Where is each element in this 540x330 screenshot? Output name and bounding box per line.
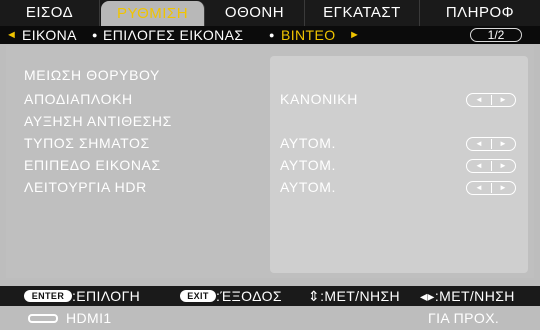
menu-row-video-level[interactable]: ΕΠΙΠΕΔΟ ΕΙΚΟΝΑΣ [24,156,161,175]
signal-type-value: ΑΥΤΟΜ. [280,135,336,151]
video-level-value: ΑΥΤΟΜ. [280,157,336,173]
step-left-icon[interactable]: ◄ [467,138,491,150]
menu-row-deinterlace[interactable]: ΑΠΟΔΙΑΠΛΟΚΗ [24,90,133,109]
scroll-right-icon[interactable]: ► [349,26,360,44]
updown-help-text: ⇕:ΜΕΤ/ΝΗΣΗ [308,288,401,304]
bullet-icon: ● [92,30,98,40]
projector-osd: ΕΙΣΟΔ ΡΥΘΜΙΣΗ ΟΘΟΝΗ ΕΓΚΑΤΑΣΤ ΠΛΗΡΟΦ ◄ ΕΙ… [0,0,540,330]
tab-setup[interactable]: ΕΓΚΑΤΑΣΤ [305,0,420,26]
step-right-icon[interactable]: ► [491,182,515,194]
enter-key-badge: ENTER [24,290,72,302]
deinterlace-value: ΚΑΝΟΝΙΚΗ [280,91,358,107]
step-right-icon[interactable]: ► [491,160,515,172]
submenu-item-video[interactable]: ΒΙΝΤΕΟ [281,26,336,44]
scroll-left-icon[interactable]: ◄ [6,26,17,44]
menu-row-contrast-enhancement[interactable]: ΑΥΞΗΣΗ ΑΝΤΙΘΕΣΗΣ [24,112,172,131]
exit-help-text: :ΈΞΟΔΟΣ [216,288,282,304]
tab-info[interactable]: ΠΛΗΡΟΦ [420,0,540,26]
step-left-icon[interactable]: ◄ [467,182,491,194]
page-indicator: 1/2 [470,28,522,42]
step-right-icon[interactable]: ► [491,138,515,150]
help-bar: ENTER :ΕΠΙΛΟΓΗ EXIT :ΈΞΟΔΟΣ ⇕:ΜΕΤ/ΝΗΣΗ ◂… [0,286,540,306]
submenu-item-picture[interactable]: ΕΙΚΟΝΑ [22,26,77,44]
exit-key-badge: EXIT [180,290,216,302]
menu-row-signal-type[interactable]: ΤΥΠΟΣ ΣΗΜΑΤΟΣ [24,134,150,153]
hdr-mode-stepper[interactable]: ◄ ► [466,181,516,195]
step-right-icon[interactable]: ► [491,94,515,106]
deinterlace-stepper[interactable]: ◄ ► [466,93,516,107]
submenu-bar: ◄ ΕΙΚΟΝΑ ● ΕΠΙΛΟΓΕΣ ΕΙΚΟΝΑΣ ● ΒΙΝΤΕΟ ► 1… [0,26,540,44]
hdmi-connector-icon [28,314,58,323]
menu-row-hdr-mode[interactable]: ΛΕΙΤΟΥΡΓΙΑ HDR [24,178,147,197]
main-tab-bar: ΕΙΣΟΔ ΡΥΘΜΙΣΗ ΟΘΟΝΗ ΕΓΚΑΤΑΣΤ ΠΛΗΡΟΦ [0,0,540,26]
leftright-help-text: ◂▸:ΜΕΤ/ΝΗΣΗ [420,288,515,304]
step-left-icon[interactable]: ◄ [467,160,491,172]
submenu-item-picture-options[interactable]: ΕΠΙΛΟΓΕΣ ΕΙΚΟΝΑΣ [103,26,243,44]
signal-type-stepper[interactable]: ◄ ► [466,137,516,151]
step-left-icon[interactable]: ◄ [467,94,491,106]
video-level-stepper[interactable]: ◄ ► [466,159,516,173]
hdr-mode-value: ΑΥΤΟΜ. [280,179,336,195]
display-mode-label: ΓΙΑ ΠΡΟΧ. [428,310,500,326]
enter-help-text: :ΕΠΙΛΟΓΗ [72,288,141,304]
tab-adjust[interactable]: ΡΥΘΜΙΣΗ [101,1,205,26]
bullet-icon: ● [269,30,275,40]
status-bar: HDMI1 ΓΙΑ ΠΡΟΧ. [0,306,540,330]
tab-display[interactable]: ΟΘΟΝΗ [205,0,305,26]
input-source-label: HDMI1 [66,310,112,326]
menu-row-noise-reduction[interactable]: ΜΕΙΩΣΗ ΘΟΡΥΒΟΥ [24,66,160,85]
tab-input[interactable]: ΕΙΣΟΔ [0,0,100,26]
